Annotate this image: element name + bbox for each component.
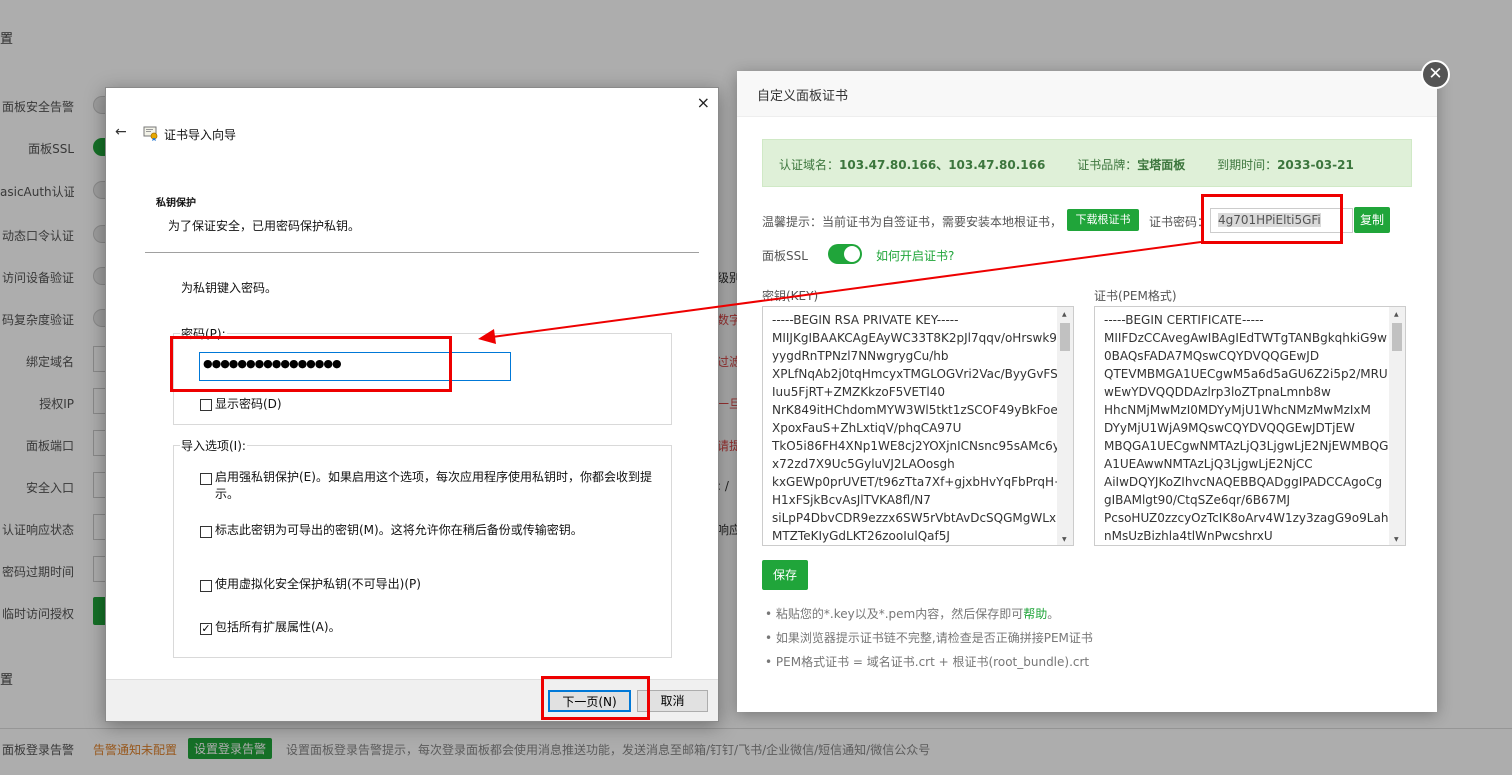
annotation-arrow xyxy=(478,241,1202,344)
